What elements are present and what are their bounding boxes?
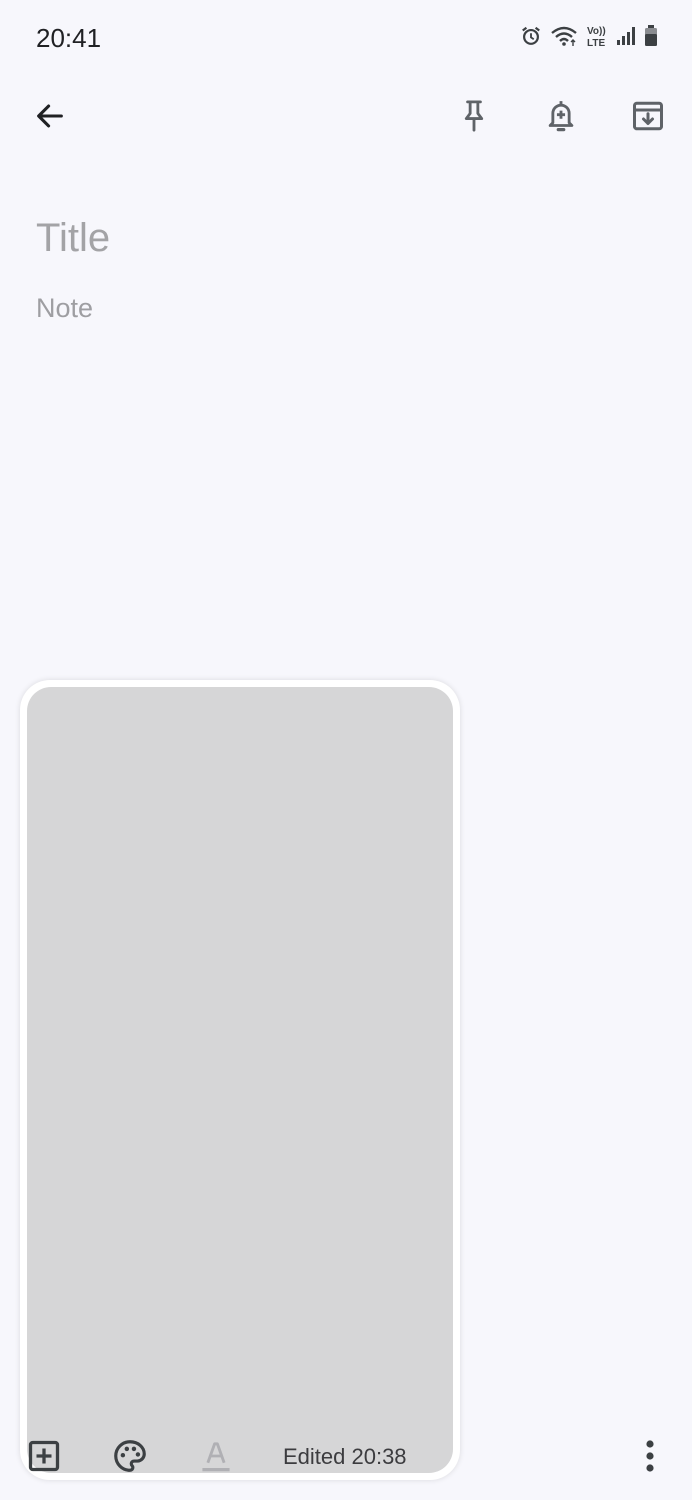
bottom-toolbar: Edited 20:38 <box>0 1426 692 1486</box>
alarm-icon <box>520 25 542 47</box>
status-time: 20:41 <box>36 23 102 53</box>
back-button[interactable] <box>26 92 74 140</box>
edited-timestamp: Edited 20:38 <box>283 1444 407 1469</box>
more-vert-icon <box>646 1440 654 1472</box>
palette-icon <box>114 1440 146 1472</box>
svg-text:Vo)): Vo)) <box>587 26 606 37</box>
archive-icon <box>633 101 663 131</box>
pin-icon <box>464 100 484 132</box>
signal-icon <box>616 26 636 46</box>
add-content-button[interactable] <box>22 1434 66 1478</box>
volte-icon: Vo)) LTE <box>586 24 608 48</box>
bell-plus-icon <box>548 101 574 132</box>
wifi-icon <box>550 25 578 47</box>
note-title-input[interactable]: Title <box>36 212 656 264</box>
screenshot-preview-card[interactable] <box>20 680 460 1480</box>
status-icons: Vo)) LTE <box>520 24 658 48</box>
svg-text:LTE: LTE <box>587 38 605 48</box>
note-body-input[interactable]: Note <box>36 290 656 326</box>
arrow-left-icon <box>37 104 63 128</box>
battery-icon <box>644 25 658 47</box>
more-options-button[interactable] <box>628 1434 672 1478</box>
top-toolbar <box>0 86 692 146</box>
screenshot-preview-image <box>27 687 453 1473</box>
status-bar: 20:41 Vo)) LTE <box>0 0 692 76</box>
text-format-icon <box>202 1442 230 1472</box>
archive-button[interactable] <box>624 92 672 140</box>
text-format-button[interactable] <box>194 1434 238 1478</box>
reminder-button[interactable] <box>537 92 585 140</box>
background-color-button[interactable] <box>108 1434 152 1478</box>
add-box-icon <box>28 1440 60 1472</box>
pin-button[interactable] <box>450 92 498 140</box>
